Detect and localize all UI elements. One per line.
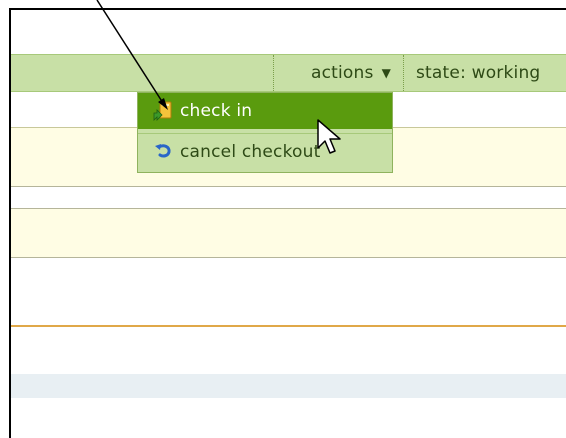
menu-item-cancel-checkout[interactable]: cancel checkout [138, 133, 392, 169]
state-label: state: working [416, 63, 541, 83]
menu-item-label: check in [180, 101, 253, 121]
list-row [11, 374, 566, 398]
item-toolbar: actions ▼ state: working [11, 54, 566, 92]
divider [11, 325, 566, 327]
actions-label: actions [310, 63, 374, 83]
actions-menu-button[interactable]: actions ▼ [273, 55, 404, 91]
menu-item-label: cancel checkout [180, 141, 321, 162]
undo-icon [152, 141, 174, 163]
chevron-down-icon: ▼ [381, 66, 391, 80]
actions-dropdown-menu: check in cancel checkout [137, 92, 393, 173]
menu-item-check-in[interactable]: check in [138, 93, 392, 129]
list-row [11, 208, 566, 258]
check-in-icon [152, 100, 174, 122]
